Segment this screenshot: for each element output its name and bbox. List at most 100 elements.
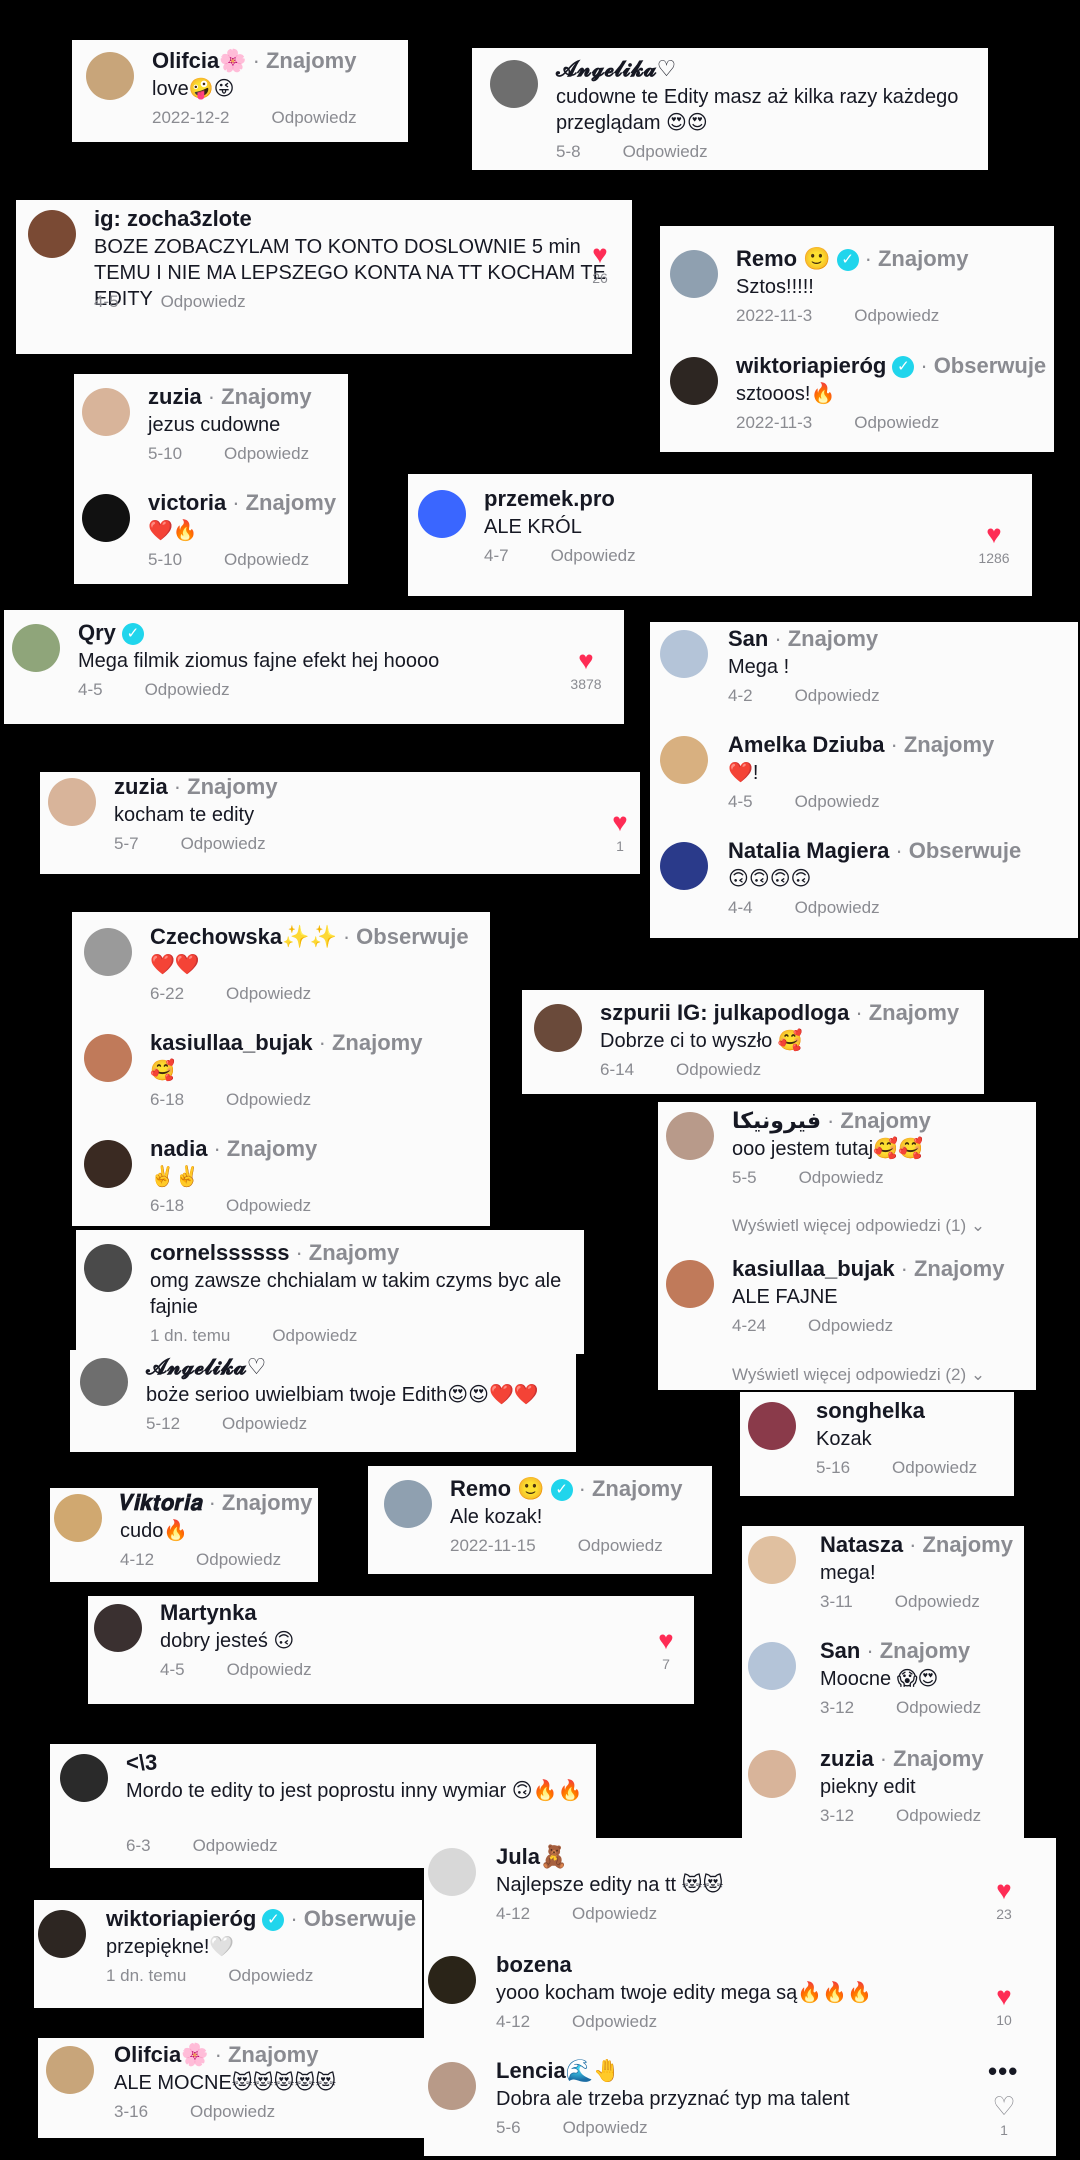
avatar[interactable] xyxy=(748,1402,796,1450)
avatar[interactable] xyxy=(60,1754,108,1802)
avatar[interactable] xyxy=(38,1910,86,1958)
like-button[interactable]: ♥ 23 xyxy=(974,1876,1034,1922)
avatar[interactable] xyxy=(660,630,708,678)
reply-button[interactable]: Odpowiedz xyxy=(227,1660,312,1679)
like-button[interactable]: ♥ 7 xyxy=(636,1626,696,1672)
heart-icon[interactable]: ♥ xyxy=(974,1876,1034,1904)
reply-button[interactable]: Odpowiedz xyxy=(196,1550,281,1569)
avatar[interactable] xyxy=(48,778,96,826)
reply-button[interactable]: Odpowiedz xyxy=(228,1966,313,1985)
reply-button[interactable]: Odpowiedz xyxy=(161,292,246,311)
more-options-icon[interactable]: ••• xyxy=(988,2056,1018,2087)
avatar[interactable] xyxy=(428,1848,476,1896)
username[interactable]: Natasza xyxy=(820,1532,903,1557)
avatar[interactable] xyxy=(418,490,466,538)
reply-button[interactable]: Odpowiedz xyxy=(272,108,357,127)
reply-button[interactable]: Odpowiedz xyxy=(892,1458,977,1477)
avatar[interactable] xyxy=(670,250,718,298)
heart-icon[interactable]: ♡ xyxy=(974,2092,1034,2120)
reply-button[interactable]: Odpowiedz xyxy=(572,1904,657,1923)
avatar[interactable] xyxy=(660,736,708,784)
avatar[interactable] xyxy=(748,1750,796,1798)
avatar[interactable] xyxy=(428,1956,476,2004)
reply-button[interactable]: Odpowiedz xyxy=(896,1698,981,1717)
reply-button[interactable]: Odpowiedz xyxy=(190,2102,275,2121)
reply-button[interactable]: Odpowiedz xyxy=(623,142,708,161)
username[interactable]: zuzia xyxy=(114,774,168,799)
username[interactable]: kasiullaa_bujak xyxy=(732,1256,895,1281)
heart-icon[interactable]: ♥ xyxy=(636,1626,696,1654)
username[interactable]: Martynka xyxy=(160,1600,257,1625)
reply-button[interactable]: Odpowiedz xyxy=(563,2118,648,2137)
heart-icon[interactable]: ♥ xyxy=(590,808,650,836)
view-more-replies-2[interactable]: Wyświetl więcej odpowiedzi (2) ⌄ xyxy=(732,1365,985,1385)
like-button[interactable]: ♥ 1 xyxy=(590,808,650,854)
avatar[interactable] xyxy=(12,624,60,672)
avatar[interactable] xyxy=(86,52,134,100)
reply-button[interactable]: Odpowiedz xyxy=(676,1060,761,1079)
username[interactable]: victoria xyxy=(148,490,226,515)
avatar[interactable] xyxy=(428,2062,476,2110)
avatar[interactable] xyxy=(82,388,130,436)
username[interactable]: 𝓐𝓷𝓰𝓮𝓵𝓲𝓴𝓪♡ xyxy=(146,1354,266,1379)
username[interactable]: San xyxy=(820,1638,860,1663)
reply-button[interactable]: Odpowiedz xyxy=(808,1316,893,1335)
reply-button[interactable]: Odpowiedz xyxy=(895,1592,980,1611)
username[interactable]: San xyxy=(728,626,768,651)
reply-button[interactable]: Odpowiedz xyxy=(226,1196,311,1215)
username[interactable]: cornelssssss xyxy=(150,1240,289,1265)
avatar[interactable] xyxy=(84,1244,132,1292)
username[interactable]: wiktoriapieróg xyxy=(736,353,886,378)
reply-button[interactable]: Odpowiedz xyxy=(193,1836,278,1855)
like-button[interactable]: ♡ 1 xyxy=(974,2092,1034,2138)
username[interactable]: فيرونيكا xyxy=(732,1108,821,1133)
username[interactable]: przemek.pro xyxy=(484,486,615,511)
username[interactable]: songhelka xyxy=(816,1398,925,1423)
avatar[interactable] xyxy=(84,1140,132,1188)
reply-button[interactable]: Odpowiedz xyxy=(795,898,880,917)
reply-button[interactable]: Odpowiedz xyxy=(854,306,939,325)
avatar[interactable] xyxy=(748,1536,796,1584)
reply-button[interactable]: Odpowiedz xyxy=(551,546,636,565)
view-more-replies-1[interactable]: Wyświetl więcej odpowiedzi (1) ⌄ xyxy=(732,1216,985,1236)
reply-button[interactable]: Odpowiedz xyxy=(578,1536,663,1555)
like-button[interactable]: ♥ 10 xyxy=(974,1982,1034,2028)
username[interactable]: Natalia Magiera xyxy=(728,838,889,863)
username[interactable]: bozena xyxy=(496,1952,572,1977)
avatar[interactable] xyxy=(46,2046,94,2094)
reply-button[interactable]: Odpowiedz xyxy=(795,792,880,811)
heart-icon[interactable]: ♥ xyxy=(556,646,616,674)
username[interactable]: Amelka Dziuba xyxy=(728,732,885,757)
username[interactable]: Czechowska✨✨ xyxy=(150,924,337,949)
reply-button[interactable]: Odpowiedz xyxy=(181,834,266,853)
reply-button[interactable]: Odpowiedz xyxy=(224,550,309,569)
username[interactable]: szpurii IG: julkapodloga xyxy=(600,1000,849,1025)
heart-icon[interactable]: ♥ xyxy=(570,240,630,268)
avatar[interactable] xyxy=(748,1642,796,1690)
reply-button[interactable]: Odpowiedz xyxy=(799,1168,884,1187)
username[interactable]: zuzia xyxy=(820,1746,874,1771)
avatar[interactable] xyxy=(82,494,130,542)
avatar[interactable] xyxy=(54,1494,102,1542)
like-button[interactable]: ♥ 26 xyxy=(570,240,630,286)
avatar[interactable] xyxy=(670,357,718,405)
avatar[interactable] xyxy=(666,1112,714,1160)
avatar[interactable] xyxy=(84,1034,132,1082)
reply-button[interactable]: Odpowiedz xyxy=(224,444,309,463)
username[interactable]: nadia xyxy=(150,1136,207,1161)
avatar[interactable] xyxy=(660,842,708,890)
avatar[interactable] xyxy=(490,60,538,108)
like-button[interactable]: ♥ 1286 xyxy=(964,520,1024,566)
avatar[interactable] xyxy=(94,1604,142,1652)
reply-button[interactable]: Odpowiedz xyxy=(226,1090,311,1109)
avatar[interactable] xyxy=(28,210,76,258)
username[interactable]: wiktoriapieróg xyxy=(106,1906,256,1931)
avatar[interactable] xyxy=(534,1004,582,1052)
avatar[interactable] xyxy=(384,1480,432,1528)
heart-icon[interactable]: ♥ xyxy=(964,520,1024,548)
like-button[interactable]: ♥ 3878 xyxy=(556,646,616,692)
username[interactable]: <\3 xyxy=(126,1750,157,1775)
username[interactable]: ig: zocha3zlote xyxy=(94,206,252,231)
reply-button[interactable]: Odpowiedz xyxy=(222,1414,307,1433)
username[interactable]: 𝓐𝓷𝓰𝓮𝓵𝓲𝓴𝓪♡ xyxy=(556,56,676,81)
